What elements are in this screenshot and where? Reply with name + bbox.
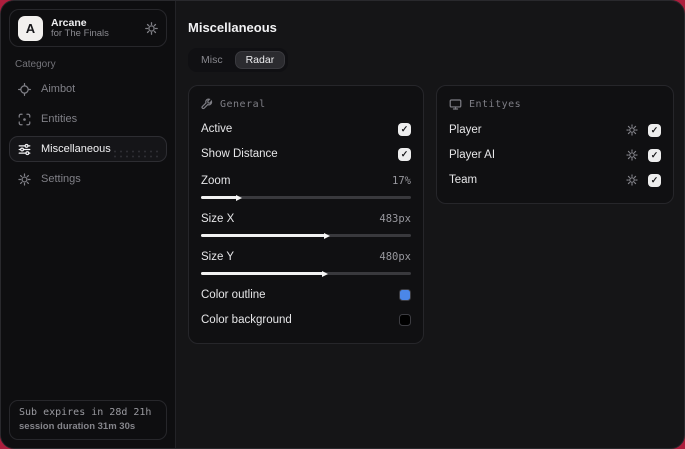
gear-icon [18, 172, 31, 186]
active-checkbox[interactable] [398, 122, 411, 136]
entities-panel-header: Entityes [449, 98, 661, 111]
sidebar-item-label: Settings [41, 173, 81, 185]
session-duration-text: session duration 31m 30s [19, 421, 136, 432]
entities-panel: Entityes Player ✓ Player AI ✓ Team ✓ [436, 85, 674, 204]
sidebar-item-settings[interactable]: Settings [9, 166, 167, 192]
entity-label: Player [449, 124, 482, 136]
general-panel: General Active Show Distance Zoom 17% [188, 85, 424, 344]
zoom-slider[interactable] [201, 196, 411, 199]
subscription-info-card: Sub expires in 28d 21h session duration … [9, 400, 167, 440]
entity-label: Team [449, 174, 478, 186]
app-subtitle: for The Finals [51, 27, 109, 39]
entities-panel-title: Entityes [469, 99, 522, 110]
slider-value: 17% [392, 175, 411, 187]
tab-radar[interactable]: Radar [234, 51, 286, 69]
toggle-label: Active [201, 123, 233, 135]
main-content: Miscellaneous Misc Radar General Active [176, 1, 684, 448]
entity-label: Player AI [449, 149, 496, 161]
size-x-slider-group: Size X 483px [201, 210, 411, 237]
entity-row-player: Player [449, 121, 661, 139]
color-label: Color outline [201, 289, 266, 301]
wrench-icon [201, 98, 213, 110]
team-gear-icon[interactable] [626, 174, 638, 186]
toggle-label: Show Distance [201, 148, 278, 160]
sidebar-item-miscellaneous[interactable]: Miscellaneous [9, 136, 167, 162]
app-window: A Arcane for The Finals Category Aimbot … [0, 0, 685, 449]
sidebar: A Arcane for The Finals Category Aimbot … [1, 1, 176, 448]
player-checkbox[interactable] [648, 123, 661, 137]
sidebar-item-entities[interactable]: Entities [9, 106, 167, 132]
player-ai-gear-icon[interactable] [626, 149, 638, 161]
size-x-slider[interactable] [201, 234, 411, 237]
slider-label: Size Y [201, 251, 235, 263]
page-title: Miscellaneous [188, 20, 277, 35]
sidebar-item-label: Entities [41, 113, 78, 125]
app-header-card: A Arcane for The Finals [9, 9, 167, 47]
app-title: Arcane [51, 16, 87, 29]
team-checkbox[interactable] [648, 173, 661, 187]
panels-container: General Active Show Distance Zoom 17% [188, 85, 674, 344]
slider-label: Size X [201, 213, 235, 225]
scan-icon [18, 113, 31, 126]
sidebar-item-aimbot[interactable]: Aimbot [9, 76, 167, 102]
player-ai-checkbox[interactable] [648, 148, 661, 162]
sidebar-item-label: Aimbot [41, 83, 76, 95]
zoom-slider-fill [201, 196, 237, 199]
slider-value: 483px [379, 213, 411, 225]
entity-row-team: Team [449, 171, 661, 189]
size-x-slider-fill [201, 234, 325, 237]
entity-row-player-ai: Player AI [449, 146, 661, 164]
slider-label: Zoom [201, 175, 231, 187]
toggle-row-show-distance: Show Distance [201, 145, 411, 163]
toggle-row-active: Active [201, 120, 411, 138]
category-label: Category [15, 59, 56, 70]
tab-misc[interactable]: Misc [191, 51, 233, 69]
color-background-row: Color background [201, 311, 411, 329]
tab-group: Misc Radar [188, 48, 289, 72]
general-panel-title: General [220, 98, 266, 110]
size-y-slider-fill [201, 272, 323, 275]
show-distance-checkbox[interactable] [398, 147, 411, 161]
color-outline-swatch[interactable] [399, 289, 411, 301]
sidebar-item-label: Miscellaneous [41, 143, 111, 155]
slider-value: 480px [379, 251, 411, 263]
size-y-slider[interactable] [201, 272, 411, 275]
app-names: Arcane for The Finals [51, 17, 137, 40]
app-logo: A [18, 15, 43, 41]
sub-expiry-text: Sub expires in 28d 21h [19, 407, 152, 418]
size-y-slider-group: Size Y 480px [201, 248, 411, 275]
color-label: Color background [201, 314, 292, 326]
crosshair-icon [18, 82, 31, 96]
header-gear-icon[interactable] [145, 21, 158, 35]
zoom-slider-group: Zoom 17% [201, 172, 411, 199]
color-background-swatch[interactable] [399, 314, 411, 326]
player-gear-icon[interactable] [626, 124, 638, 136]
monitor-icon [449, 98, 462, 111]
sliders-icon [18, 143, 31, 156]
color-outline-row: Color outline [201, 286, 411, 304]
general-panel-header: General [201, 98, 411, 110]
